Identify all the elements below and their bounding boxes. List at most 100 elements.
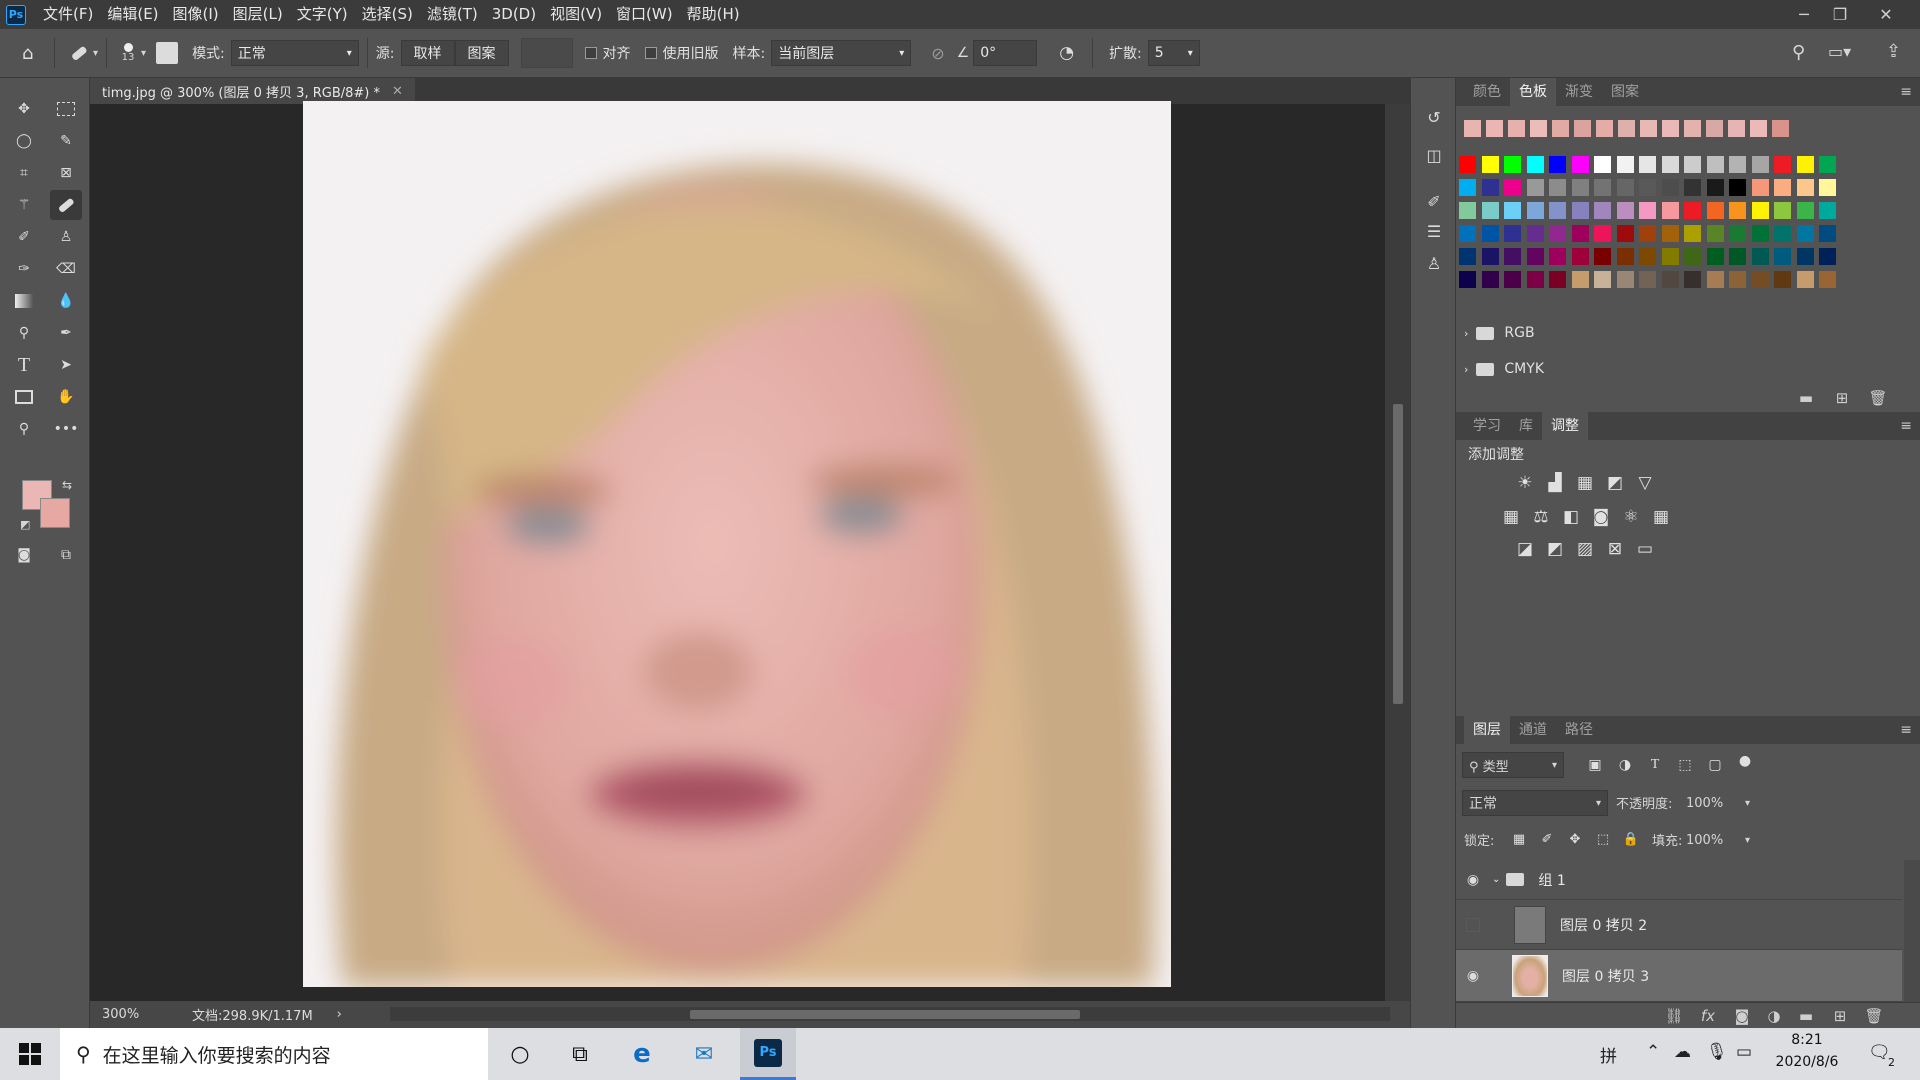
cortana-icon[interactable]: ○ [492, 1028, 548, 1080]
delete-layer-icon[interactable]: 🗑 [1862, 1004, 1886, 1028]
color-swatch[interactable] [1571, 202, 1589, 219]
diffusion-select[interactable]: 5 ▾ [1147, 40, 1200, 66]
color-swatch[interactable] [1819, 179, 1836, 196]
swatch-folder-rgb[interactable]: › RGB [1464, 318, 1535, 348]
color-swatch[interactable] [1459, 179, 1476, 196]
lock-artboard-icon[interactable]: ⬚ [1592, 828, 1614, 850]
recent-swatch[interactable] [1684, 120, 1701, 137]
recent-swatch[interactable] [1662, 120, 1679, 137]
properties-icon[interactable]: ◫ [1421, 142, 1447, 168]
invert-icon[interactable]: ◪ [1514, 538, 1536, 560]
color-swatch[interactable] [1571, 179, 1589, 196]
hue-saturation-icon[interactable]: ▦ [1500, 506, 1522, 528]
eye-icon[interactable]: ◉ [1462, 968, 1484, 984]
color-swatch[interactable] [1684, 225, 1701, 242]
blend-mode-select[interactable]: 正常 ▾ [1462, 790, 1608, 816]
color-swatch[interactable] [1594, 179, 1611, 196]
pressure-size-icon[interactable]: ◔ [1059, 43, 1074, 63]
color-swatch[interactable] [1481, 156, 1499, 173]
color-swatch[interactable] [1796, 248, 1814, 265]
color-swatch[interactable] [1459, 248, 1476, 265]
color-swatch[interactable] [1661, 179, 1679, 196]
color-swatch[interactable] [1459, 271, 1476, 288]
color-swatch[interactable] [1774, 179, 1791, 196]
cloud-icon[interactable]: ☁ [1674, 1042, 1691, 1062]
recent-swatch[interactable] [1530, 120, 1547, 137]
quick-mask-icon[interactable]: ◙ [8, 540, 40, 570]
filter-shape-icon[interactable]: ⬚ [1674, 754, 1696, 776]
clone-source-icon[interactable]: ♙ [1421, 250, 1447, 276]
gradient-map-icon[interactable]: ▭ [1634, 538, 1656, 560]
filter-type-icon[interactable]: T [1644, 754, 1666, 776]
color-swatch[interactable] [1796, 156, 1814, 173]
opacity-field[interactable]: 100% ▾ [1686, 790, 1750, 816]
layers-scrollbar[interactable] [1904, 860, 1920, 1002]
recent-swatch[interactable] [1464, 120, 1481, 137]
color-swatch[interactable] [1661, 248, 1679, 265]
color-swatch[interactable] [1571, 248, 1589, 265]
color-swatch[interactable] [1459, 225, 1476, 242]
default-colors-icon[interactable]: ◩ [20, 518, 30, 531]
search-icon[interactable]: ⚲ [1792, 42, 1805, 63]
layer-row[interactable]: 图层 0 拷贝 2 [1456, 900, 1902, 950]
tab-gradients[interactable]: 渐变 [1556, 78, 1602, 106]
recent-swatch[interactable] [1750, 120, 1767, 137]
color-swatch[interactable] [1571, 156, 1589, 173]
color-swatch[interactable] [1774, 225, 1791, 242]
color-swatch[interactable] [1706, 225, 1724, 242]
home-icon[interactable]: ⌂ [22, 43, 46, 64]
color-swatch[interactable] [1639, 271, 1656, 288]
vertical-scrollbar[interactable] [1385, 104, 1410, 1001]
color-swatch[interactable] [1706, 248, 1724, 265]
color-swatch[interactable] [1706, 179, 1724, 196]
taskbar-search-box[interactable]: ⚲ 在这里输入你要搜索的内容 [60, 1028, 488, 1080]
color-swatch[interactable] [1751, 225, 1769, 242]
color-swatch[interactable] [1481, 225, 1499, 242]
color-swatch[interactable] [1819, 248, 1836, 265]
rectangle-tool-icon[interactable] [8, 382, 40, 412]
color-swatch[interactable] [1639, 156, 1656, 173]
new-adjustment-icon[interactable]: ◑ [1762, 1004, 1786, 1028]
type-tool-icon[interactable]: T [8, 350, 40, 380]
clone-source-panel-icon[interactable] [156, 42, 179, 64]
color-swatch[interactable] [1796, 179, 1814, 196]
lock-position-icon[interactable]: ✥ [1564, 828, 1586, 850]
crop-tool-icon[interactable]: ⌗ [8, 158, 40, 188]
filter-pixel-icon[interactable]: ▣ [1584, 754, 1606, 776]
color-swatch[interactable] [1729, 202, 1746, 219]
color-swatch[interactable] [1729, 225, 1746, 242]
lock-all-icon[interactable]: 🔒 [1620, 828, 1642, 850]
mode-select[interactable]: 正常 ▾ [230, 40, 359, 66]
path-selection-tool-icon[interactable]: ➤ [50, 350, 82, 380]
color-swatch[interactable] [1684, 202, 1701, 219]
color-swatch[interactable] [1706, 202, 1724, 219]
color-swatch[interactable] [1481, 202, 1499, 219]
tab-channels[interactable]: 通道 [1510, 716, 1556, 744]
chevron-down-icon[interactable]: ⌄ [1492, 874, 1500, 885]
menu-help[interactable]: 帮助(H) [680, 0, 747, 29]
new-group-icon[interactable]: ▬ [1794, 1004, 1818, 1028]
menu-type[interactable]: 文字(Y) [290, 0, 355, 29]
menu-edit[interactable]: 编辑(E) [100, 0, 165, 29]
channel-mixer-icon[interactable]: ⚛ [1620, 506, 1642, 528]
color-swatch[interactable] [1504, 202, 1521, 219]
color-swatch[interactable] [1819, 225, 1836, 242]
new-layer-icon[interactable]: ⊞ [1828, 1004, 1852, 1028]
color-swatch[interactable] [1504, 156, 1521, 173]
recent-swatch[interactable] [1618, 120, 1635, 137]
menu-select[interactable]: 选择(S) [355, 0, 420, 29]
recent-swatch[interactable] [1508, 120, 1525, 137]
windows-start-icon[interactable] [2, 1028, 58, 1080]
delete-swatch-icon[interactable]: 🗑 [1866, 386, 1890, 410]
swap-colors-icon[interactable]: ⇆ [62, 478, 72, 492]
color-swatch[interactable] [1504, 225, 1521, 242]
recent-swatch[interactable] [1728, 120, 1745, 137]
color-swatch[interactable] [1616, 179, 1634, 196]
background-color-swatch[interactable] [40, 498, 70, 528]
blur-tool-icon[interactable]: 💧 [50, 286, 82, 316]
brush-tool-icon[interactable]: ✐ [8, 222, 40, 252]
sample-select[interactable]: 当前图层 ▾ [771, 40, 912, 66]
ignore-adjustment-layers-icon[interactable]: ⊘ [931, 44, 944, 63]
levels-icon[interactable]: ▟ [1544, 472, 1566, 494]
vibrance-icon[interactable]: ▽ [1634, 472, 1656, 494]
